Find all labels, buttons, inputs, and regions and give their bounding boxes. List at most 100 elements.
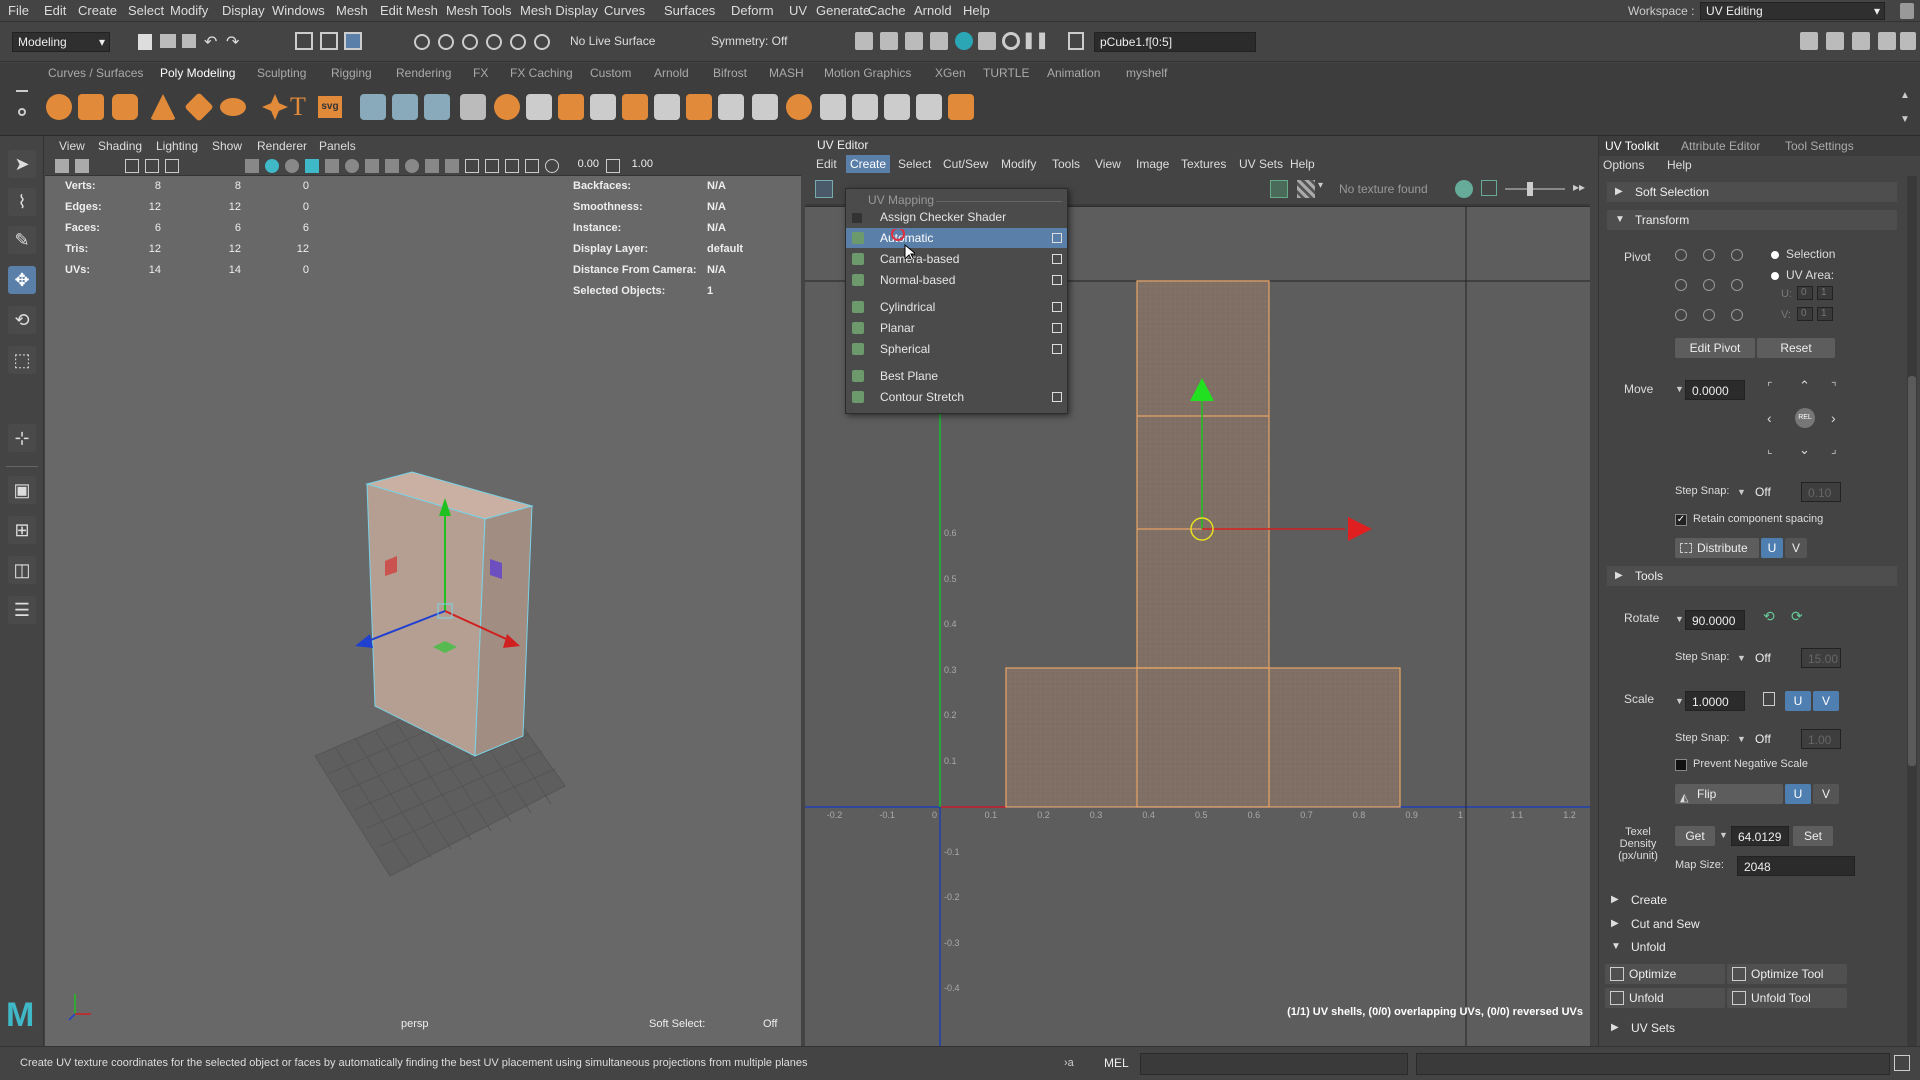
menu-item-normal-based[interactable]: Normal-based [846,270,1067,290]
shelf-scroll-down-icon[interactable]: ▼ [1900,114,1910,125]
dim-image-slider-handle[interactable] [1527,182,1533,196]
snap-point-icon[interactable] [462,34,478,50]
scale-uniform-icon[interactable] [1763,692,1775,706]
menu-file[interactable]: File [8,3,29,18]
pivot-selection-radio[interactable] [1771,251,1779,259]
transform-section[interactable]: ▼ Transform [1607,210,1897,230]
light-editor-icon[interactable] [978,32,996,50]
image-display-icon[interactable] [1270,180,1288,198]
move-down-left-icon[interactable]: ⌞ [1767,442,1773,456]
shelf-tab-fx[interactable]: FX [473,66,488,80]
option-box-icon[interactable] [1052,302,1062,312]
shelf-tab-custom[interactable]: Custom [590,66,631,80]
shelf-tab-motion-graphics[interactable]: Motion Graphics [824,66,911,80]
move-field[interactable]: 0.0000 [1685,380,1745,400]
shadows-icon[interactable] [345,159,359,173]
target-weld-icon[interactable] [718,94,744,120]
rotate-cw-icon[interactable]: ⟳ [1791,608,1803,625]
lock-icon[interactable] [1900,3,1914,19]
lasso-tool-icon[interactable]: ⌇ [8,188,36,216]
shelf-tab-rendering[interactable]: Rendering [396,66,451,80]
viewport-menu-shading[interactable]: Shading [98,139,142,153]
shelf-settings-icon[interactable] [18,108,26,116]
pivot-radio-bl[interactable] [1675,309,1687,321]
menu-windows[interactable]: Windows [272,3,325,18]
multi-cut-icon[interactable] [654,94,680,120]
shelf-tab-mash[interactable]: MASH [769,66,804,80]
command-line-input[interactable] [1140,1053,1408,1075]
chevron-down-icon[interactable]: ▼ [1675,614,1684,624]
menu-curves[interactable]: Curves [604,3,645,18]
shelf-tab-xgen[interactable]: XGen [935,66,966,80]
option-box-icon[interactable] [1052,254,1062,264]
poly-cone-icon[interactable] [150,94,176,120]
uv-menu-view[interactable]: View [1095,157,1121,171]
menu-mesh-tools[interactable]: Mesh Tools [446,3,512,18]
unfold-tool-button[interactable]: Unfold Tool [1727,988,1847,1008]
shelf-tab-arnold[interactable]: Arnold [654,66,689,80]
paint-select-tool-icon[interactable]: ✎ [8,226,36,254]
uv-menu-tools[interactable]: Tools [1052,157,1080,171]
type-text-icon[interactable]: T [290,92,306,122]
super-shape-icon[interactable] [262,94,288,120]
optimize-button[interactable]: Optimize [1605,964,1725,984]
flip-u-button[interactable]: U [1785,784,1811,804]
menu-mesh-display[interactable]: Mesh Display [520,3,598,18]
undo-icon[interactable]: ↶ [204,32,217,52]
uv-menu-select[interactable]: Select [898,157,931,171]
flip-v-button[interactable]: V [1813,784,1839,804]
soft-selection-section[interactable]: ▶ Soft Selection [1607,182,1897,202]
chevron-down-icon[interactable]: ▼ [1675,384,1684,394]
rotate-tool-icon[interactable]: ⟲ [8,306,36,334]
snap-surface-icon[interactable] [510,34,526,50]
option-box-icon[interactable] [1052,392,1062,402]
shelf-tab-rigging[interactable]: Rigging [331,66,372,80]
film-gate-icon[interactable] [145,159,159,173]
chevron-down-icon[interactable]: ▼ [1737,734,1746,744]
rotate-step-snap-select[interactable]: Off [1749,648,1797,668]
uv-sets-section[interactable]: ▶ UV Sets [1607,1018,1897,1038]
single-perspective-layout-icon[interactable]: ▣ [8,476,36,504]
menu-item-assign-checker-shader[interactable]: Assign Checker Shader [846,207,1067,227]
reset-button[interactable]: Reset [1757,338,1835,358]
chevron-right-icon[interactable]: ▸▸ [1573,180,1585,194]
boolean-icon[interactable] [494,94,520,120]
shelf-tab-poly-modeling[interactable]: Poly Modeling [160,66,235,80]
poly-torus-icon[interactable] [220,98,246,116]
outliner-toggle-icon[interactable] [1900,32,1916,50]
textured-icon[interactable] [305,159,319,173]
exposure-icon[interactable] [545,159,559,173]
shelf-tab-sculpting[interactable]: Sculpting [257,66,306,80]
svg-icon[interactable]: svg [318,96,342,118]
ambient-occlusion-icon[interactable] [365,159,379,173]
scale-field[interactable]: 1.0000 [1685,691,1745,711]
viewport-menu-panels[interactable]: Panels [319,139,356,153]
channel-box-icon[interactable] [1878,32,1896,50]
shelf-scroll-up-icon[interactable]: ▲ [1900,90,1910,101]
smooth-icon[interactable] [424,94,450,120]
distribute-v-button[interactable]: V [1785,538,1807,558]
menu-edit[interactable]: Edit [44,3,66,18]
menu-item-cylindrical[interactable]: Cylindrical [846,297,1067,317]
extrude-icon[interactable] [526,94,552,120]
rotate-step-field[interactable]: 15.00 [1801,648,1841,668]
render-settings-icon[interactable] [905,32,923,50]
move-down-icon[interactable]: ⌄ [1799,442,1810,458]
live-surface-field[interactable]: No Live Surface [570,34,655,48]
checker-tile-icon[interactable] [1297,180,1315,198]
scale-step-snap-select[interactable]: Off [1749,729,1797,749]
option-box-icon[interactable] [1052,344,1062,354]
menu-surfaces[interactable]: Surfaces [664,3,715,18]
map-size-field[interactable]: 2048 [1737,856,1855,876]
motion-blur-icon[interactable] [385,159,399,173]
pivot-radio-mc[interactable] [1703,279,1715,291]
pause-icon[interactable]: ❚❚ [1022,30,1049,50]
show-manipulator-icon[interactable]: ⊹ [8,424,36,452]
panel-scrollbar-thumb[interactable] [1908,376,1916,766]
move-step-field[interactable]: 0.10 [1801,482,1841,502]
xray-joints-icon[interactable] [485,159,499,173]
smooth-shade-icon[interactable] [265,159,279,173]
texel-set-button[interactable]: Set [1793,826,1833,846]
menu-item-contour-stretch[interactable]: Contour Stretch [846,387,1067,407]
uv-menu-help[interactable]: Help [1290,157,1315,171]
